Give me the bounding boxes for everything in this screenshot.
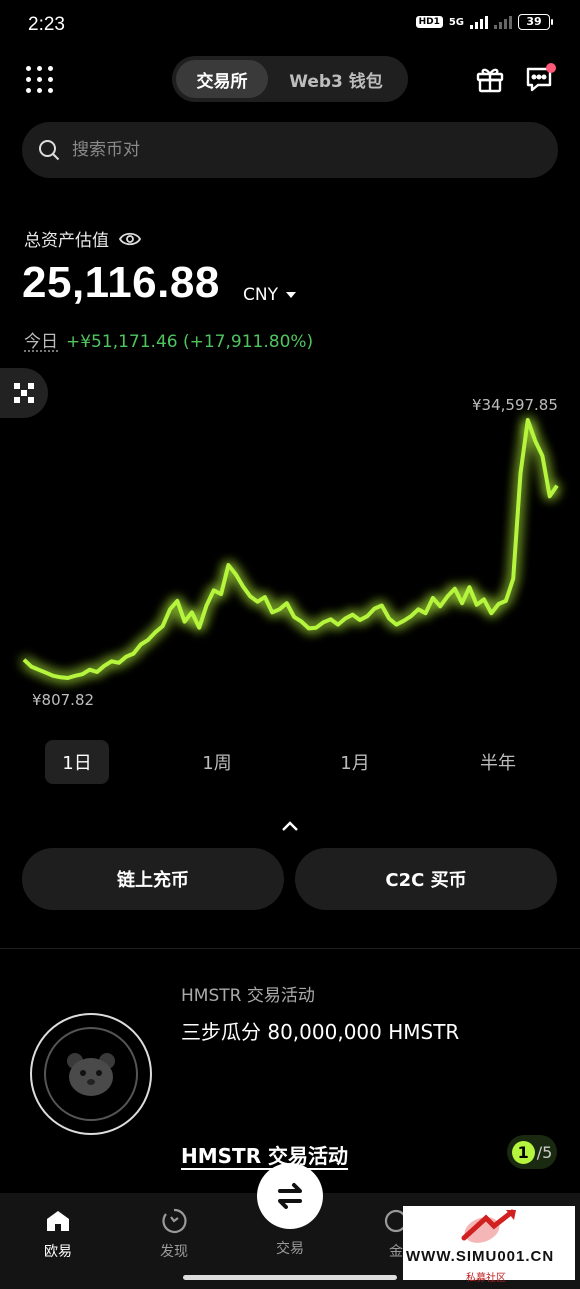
search-bar[interactable] bbox=[22, 122, 558, 178]
total-assets-label: 总资产估值 bbox=[24, 226, 141, 251]
home-indicator bbox=[183, 1275, 397, 1280]
hamster-icon bbox=[67, 1053, 115, 1096]
discover-icon bbox=[162, 1208, 187, 1234]
home-icon bbox=[47, 1211, 69, 1231]
status-time: 2:23 bbox=[28, 14, 65, 35]
today-pnl: 今日 +¥51,171.46 (+17,911.80%) bbox=[24, 327, 313, 352]
period-tab-1d[interactable]: 1日 bbox=[45, 740, 109, 784]
period-tab-6m[interactable]: 半年 bbox=[466, 740, 530, 784]
network-type: 5G bbox=[448, 16, 464, 28]
pager-current: 1 bbox=[511, 1140, 535, 1164]
swap-icon bbox=[278, 1183, 302, 1209]
network-badge: HD1 bbox=[415, 16, 443, 28]
chart-max-label: ¥34,597.85 bbox=[472, 396, 558, 414]
pager-total: /5 bbox=[536, 1142, 553, 1162]
search-icon bbox=[39, 140, 60, 161]
nav-label-trade: 交易 bbox=[276, 1241, 304, 1257]
caret-down-icon bbox=[285, 292, 296, 298]
status-indicators: HD1 5G 39 bbox=[415, 14, 553, 30]
nav-item-discover[interactable]: 发现 bbox=[134, 1207, 214, 1261]
period-tab-1w[interactable]: 1周 bbox=[185, 740, 249, 784]
exchange-wallet-switch: 交易所 Web3 钱包 bbox=[172, 56, 408, 102]
c2c-buy-button[interactable]: C2C 买币 bbox=[295, 848, 557, 910]
on-chain-deposit-button[interactable]: 链上充币 bbox=[22, 848, 284, 910]
tab-exchange[interactable]: 交易所 bbox=[176, 60, 268, 98]
today-label[interactable]: 今日 bbox=[24, 327, 58, 352]
trade-button[interactable] bbox=[257, 1163, 323, 1229]
currency-label: CNY bbox=[243, 285, 278, 305]
signal-secondary-icon bbox=[494, 15, 512, 29]
watermark-logo-icon bbox=[461, 1209, 516, 1243]
gift-icon[interactable] bbox=[475, 64, 505, 94]
eye-icon[interactable] bbox=[119, 231, 141, 247]
nav-label-home: 欧易 bbox=[44, 1244, 72, 1260]
total-assets-value: 25,116.88 bbox=[22, 258, 220, 307]
nav-label-finance: 金 bbox=[389, 1244, 403, 1260]
watermark-sub: 私募社区 bbox=[466, 1273, 506, 1284]
signal-icon bbox=[470, 15, 488, 29]
apps-grid-icon[interactable] bbox=[26, 66, 54, 94]
section-divider bbox=[0, 948, 580, 949]
promo-pager: 1 /5 bbox=[507, 1135, 557, 1169]
nav-item-trade[interactable]: 交易 bbox=[250, 1238, 330, 1258]
tab-web3-wallet[interactable]: Web3 钱包 bbox=[268, 60, 404, 98]
promo-image[interactable] bbox=[44, 1027, 138, 1121]
today-change: +¥51,171.46 (+17,911.80%) bbox=[66, 332, 314, 352]
notification-dot bbox=[546, 63, 556, 73]
chart-series-line bbox=[22, 418, 559, 680]
search-input[interactable] bbox=[72, 140, 472, 160]
asset-line-chart bbox=[22, 418, 559, 680]
currency-selector[interactable]: CNY bbox=[243, 285, 296, 305]
watermark-text: WWW.SIMU001.CN bbox=[406, 1248, 555, 1265]
nav-label-discover: 发现 bbox=[160, 1244, 188, 1260]
total-assets-text: 总资产估值 bbox=[24, 231, 109, 251]
battery-icon: 39 bbox=[518, 14, 553, 30]
promo-link[interactable]: HMSTR 交易活动 bbox=[181, 1140, 348, 1169]
promo-title: 三步瓜分 80,000,000 HMSTR bbox=[181, 1020, 460, 1044]
chart-min-label: ¥807.82 bbox=[32, 691, 95, 709]
chevron-up-icon[interactable] bbox=[281, 820, 299, 832]
promo-subtitle: HMSTR 交易活动 bbox=[181, 986, 315, 1006]
nav-item-home[interactable]: 欧易 bbox=[18, 1207, 98, 1261]
period-tab-1m[interactable]: 1月 bbox=[323, 740, 387, 784]
